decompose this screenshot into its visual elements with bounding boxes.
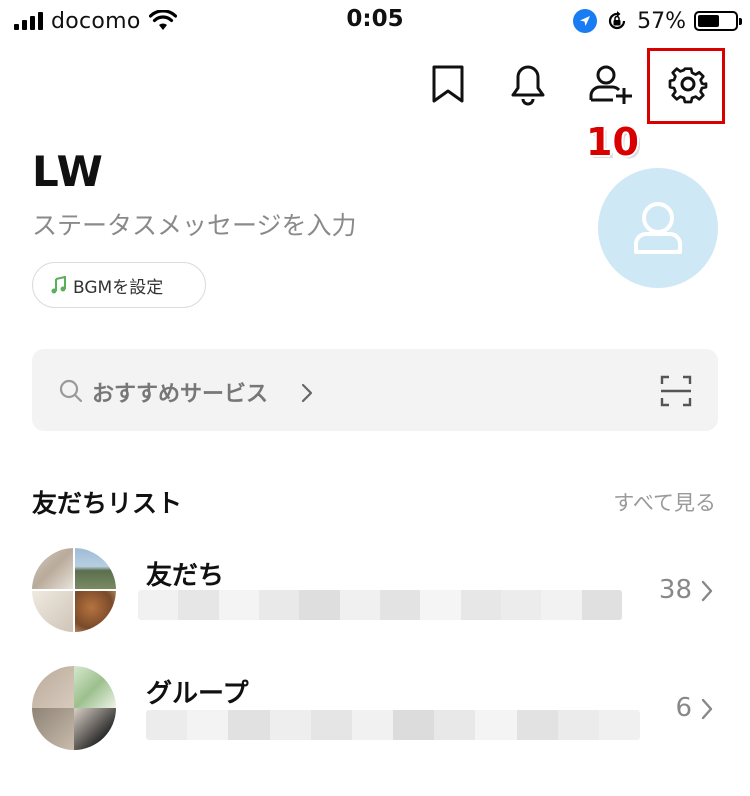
groups-count: 6 — [675, 693, 692, 723]
friends-thumbnail — [32, 548, 116, 632]
bgm-label: BGMを設定 — [73, 277, 164, 298]
battery-icon — [694, 11, 742, 31]
friends-count: 38 — [658, 575, 692, 605]
qr-scan-icon[interactable] — [660, 375, 692, 407]
avatar[interactable] — [598, 168, 718, 288]
bookmark-button[interactable] — [426, 62, 470, 106]
add-friend-icon — [589, 65, 632, 104]
friends-names-redacted — [138, 590, 622, 620]
groups-row-title[interactable]: グループ — [146, 673, 248, 710]
location-icon — [573, 9, 598, 33]
bookmark-icon — [432, 65, 464, 103]
person-placeholder-icon — [634, 202, 682, 254]
bgm-button[interactable]: BGMを設定 — [32, 262, 206, 308]
step-number: 10 — [586, 120, 639, 164]
chevron-right-icon[interactable] — [700, 580, 714, 602]
status-message-input[interactable]: ステータスメッセージを入力 — [32, 206, 357, 242]
groups-row[interactable] — [32, 666, 116, 750]
groups-names-redacted — [146, 710, 640, 740]
chevron-right-icon[interactable] — [700, 698, 714, 720]
search-icon — [59, 379, 83, 403]
groups-thumbnail — [32, 666, 116, 750]
chevron-right-icon — [301, 383, 313, 403]
friends-row-title[interactable]: 友だち — [146, 555, 224, 592]
bell-icon — [511, 65, 545, 106]
battery-percent: 57% — [637, 8, 686, 34]
notifications-button[interactable] — [506, 62, 550, 106]
status-bar-right: 57% — [573, 8, 742, 34]
see-all-link[interactable]: すべて見る — [613, 487, 716, 517]
friends-row[interactable] — [32, 548, 116, 632]
battery-fill — [698, 15, 719, 27]
settings-highlight-box — [647, 48, 725, 124]
friends-list-title: 友だちリスト — [32, 489, 183, 518]
profile-name[interactable]: LW — [32, 147, 104, 196]
music-note-icon — [51, 276, 66, 294]
search-label[interactable]: おすすめサービス — [92, 376, 268, 408]
add-friend-button[interactable] — [587, 62, 632, 106]
rotation-lock-icon — [609, 11, 626, 30]
